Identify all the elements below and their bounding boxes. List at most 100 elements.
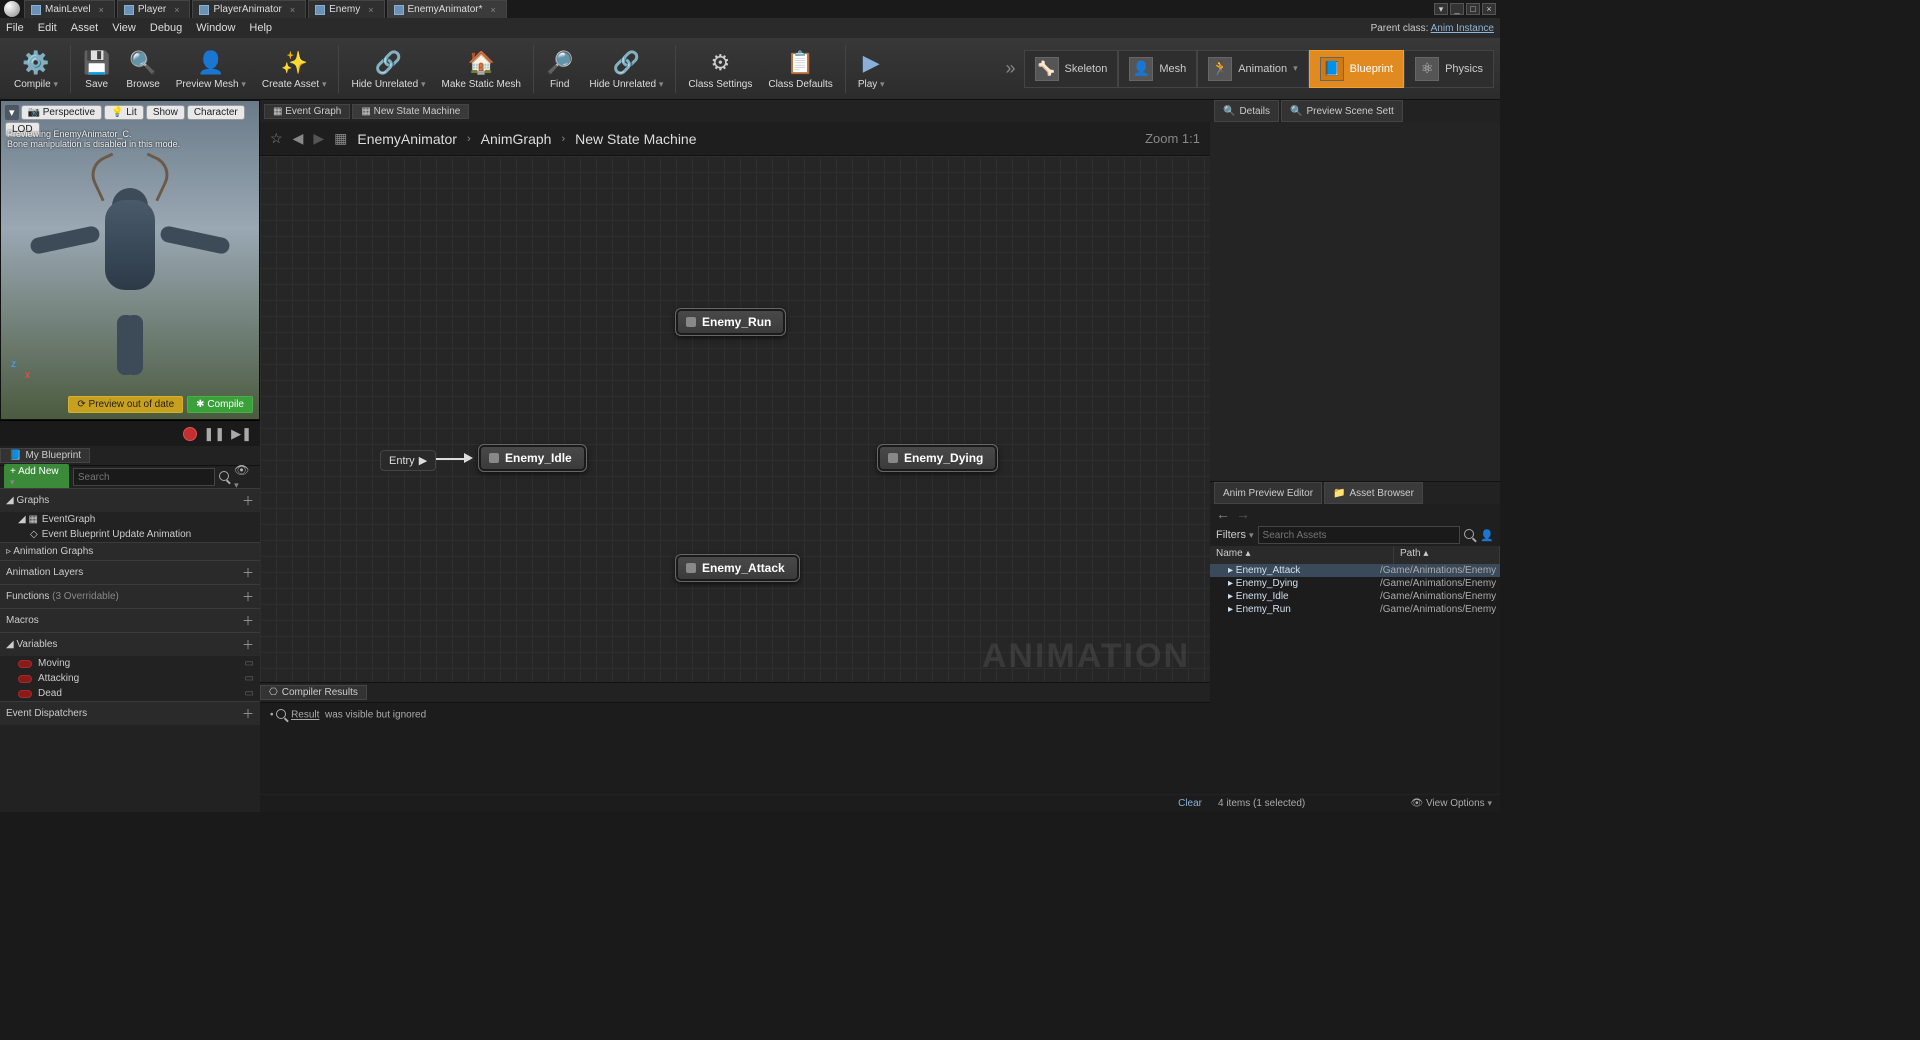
clear-compiler-button[interactable]: Clear [1178, 798, 1202, 809]
compile-button[interactable]: ⚙️Compile ▾ [6, 40, 66, 98]
maximize-button[interactable]: □ [1466, 3, 1480, 15]
menu-view[interactable]: View [112, 22, 136, 34]
asset-columns-header[interactable]: Name ▴ Path ▴ [1210, 546, 1500, 564]
var-visibility-icon[interactable]: ▭ [245, 673, 254, 684]
my-blueprint-tab[interactable]: 📘 My Blueprint [0, 448, 90, 463]
close-tab-icon[interactable]: × [491, 5, 496, 15]
browse-button[interactable]: 🔍Browse [118, 40, 167, 98]
variable-item[interactable]: Dead▭ [0, 686, 260, 701]
nav-back-icon[interactable]: ◀ [293, 130, 304, 147]
compiler-results-tab[interactable]: ⎔ Compiler Results [260, 685, 367, 700]
mode-animation[interactable]: 🏃Animation ▾ [1197, 50, 1308, 88]
viewport-menu-icon[interactable]: ▾ [5, 105, 19, 120]
state-enemy-idle[interactable]: Enemy_Idle [478, 444, 587, 472]
breadcrumb-root[interactable]: EnemyAnimator [357, 131, 457, 147]
breadcrumb-leaf[interactable]: New State Machine [575, 131, 696, 147]
user-filter-icon[interactable]: 👤 [1480, 529, 1494, 542]
find-button[interactable]: 🔎Find [538, 40, 581, 98]
document-tab[interactable]: PlayerAnimator× [192, 0, 306, 18]
minimize-button[interactable]: _ [1450, 3, 1464, 15]
col-path[interactable]: Path ▴ [1394, 546, 1500, 564]
compiler-result-link[interactable]: Result [291, 710, 319, 721]
view-options-button[interactable]: 👁 View Options ▾ [1410, 798, 1492, 809]
add-anim-layer-button[interactable]: ＋ [242, 564, 254, 581]
menu-window[interactable]: Window [196, 22, 235, 34]
close-tab-icon[interactable]: × [290, 5, 295, 15]
show-button[interactable]: Show [146, 105, 185, 120]
event-dispatchers-section[interactable]: Event Dispatchers＋ [0, 701, 260, 725]
add-function-button[interactable]: ＋ [242, 588, 254, 605]
step-icon[interactable]: ▶❚ [231, 426, 252, 442]
hide-unrelated-button[interactable]: 🔗Hide Unrelated ▾ [343, 40, 433, 98]
menu-help[interactable]: Help [249, 22, 272, 34]
entry-node[interactable]: Entry ▶ [380, 450, 436, 471]
character-button[interactable]: Character [187, 105, 245, 120]
menu-edit[interactable]: Edit [38, 22, 57, 34]
close-tab-icon[interactable]: × [174, 5, 179, 15]
asset-browser-tab[interactable]: 📁 Asset Browser [1324, 482, 1423, 504]
save-button[interactable]: 💾Save [75, 40, 118, 98]
ab-back-icon[interactable]: ← [1216, 506, 1230, 522]
menu-debug[interactable]: Debug [150, 22, 182, 34]
preview-scene-tab[interactable]: 🔍 Preview Scene Sett [1281, 100, 1403, 122]
create-asset-button[interactable]: ✨Create Asset ▾ [254, 40, 335, 98]
state-enemy-dying[interactable]: Enemy_Dying [877, 444, 998, 472]
state-enemy-attack[interactable]: Enemy_Attack [675, 554, 800, 582]
mode-skeleton[interactable]: 🦴Skeleton [1024, 50, 1119, 88]
menu-file[interactable]: File [6, 22, 24, 34]
play-button[interactable]: ▶Play ▾ [850, 40, 893, 98]
anim-preview-editor-tab[interactable]: Anim Preview Editor [1214, 482, 1322, 504]
mode-mesh[interactable]: 👤Mesh [1118, 50, 1197, 88]
preview-viewport[interactable]: ▾ 📷 Perspective 💡 Lit Show Character LOD… [0, 100, 260, 420]
filters-button[interactable]: Filters ▾ [1216, 529, 1254, 541]
window-button[interactable]: ▾ [1434, 3, 1448, 15]
add-graph-button[interactable]: ＋ [242, 492, 254, 509]
graph-tab[interactable]: ▦ Event Graph [264, 104, 350, 119]
class-defaults-button[interactable]: 📋Class Defaults [760, 40, 840, 98]
breadcrumb-mid[interactable]: AnimGraph [481, 131, 552, 147]
col-name[interactable]: Name ▴ [1210, 546, 1394, 564]
hide-unrelated-2-button[interactable]: 🔗Hide Unrelated ▾ [581, 40, 671, 98]
add-macro-button[interactable]: ＋ [242, 612, 254, 629]
preview-mesh-button[interactable]: 👤Preview Mesh ▾ [168, 40, 254, 98]
variables-section[interactable]: ◢ Variables＋ [0, 632, 260, 656]
functions-section[interactable]: Functions (3 Overridable)＋ [0, 584, 260, 608]
graphs-section[interactable]: ◢ Graphs＋ [0, 488, 260, 512]
my-blueprint-search[interactable] [73, 468, 215, 486]
asset-row[interactable]: ▸ Enemy_Idle/Game/Animations/Enemy [1210, 590, 1500, 603]
graph-tab[interactable]: ▦ New State Machine [352, 104, 469, 119]
favorite-icon[interactable]: ☆ [270, 130, 283, 147]
class-settings-button[interactable]: ⚙Class Settings [680, 40, 760, 98]
details-tab[interactable]: 🔍 Details [1214, 100, 1279, 122]
pause-icon[interactable]: ❚❚ [203, 426, 225, 442]
close-tab-icon[interactable]: × [99, 5, 104, 15]
document-tab[interactable]: Enemy× [308, 0, 384, 18]
mode-physics[interactable]: ⚛Physics [1404, 50, 1494, 88]
asset-row[interactable]: ▸ Enemy_Dying/Game/Animations/Enemy [1210, 577, 1500, 590]
anim-layers-section[interactable]: Animation Layers＋ [0, 560, 260, 584]
var-visibility-icon[interactable]: ▭ [245, 688, 254, 699]
viewport-compile-button[interactable]: ✱ Compile [187, 396, 253, 413]
variable-item[interactable]: Moving▭ [0, 656, 260, 671]
overflow-icon[interactable]: » [997, 58, 1023, 79]
record-button[interactable] [183, 427, 197, 441]
variable-item[interactable]: Attacking▭ [0, 671, 260, 686]
anim-graphs-section[interactable]: ▹ Animation Graphs [0, 542, 260, 560]
mode-blueprint[interactable]: 📘Blueprint [1309, 50, 1404, 88]
make-static-mesh-button[interactable]: 🏠Make Static Mesh [434, 40, 529, 98]
asset-row[interactable]: ▸ Enemy_Attack/Game/Animations/Enemy [1210, 564, 1500, 577]
document-tab[interactable]: EnemyAnimator*× [387, 0, 507, 18]
lit-button[interactable]: 💡 Lit [104, 105, 144, 120]
var-visibility-icon[interactable]: ▭ [245, 658, 254, 669]
event-bp-update-anim-item[interactable]: ◇ Event Blueprint Update Animation [0, 527, 260, 542]
nav-fwd-icon[interactable]: ▶ [313, 130, 324, 147]
add-new-button[interactable]: + Add New ▾ [4, 464, 69, 490]
parent-class-link[interactable]: Anim Instance [1431, 23, 1494, 34]
close-window-button[interactable]: × [1482, 3, 1496, 15]
close-tab-icon[interactable]: × [368, 5, 373, 15]
state-machine-graph[interactable]: Entry ▶ Enemy_Idle Enemy_Run Enemy_Dying… [260, 156, 1210, 682]
asset-row[interactable]: ▸ Enemy_Run/Game/Animations/Enemy [1210, 603, 1500, 616]
asset-search-input[interactable] [1258, 526, 1461, 544]
preview-out-of-date-button[interactable]: ⟳ Preview out of date [68, 396, 183, 413]
add-dispatcher-button[interactable]: ＋ [242, 705, 254, 722]
